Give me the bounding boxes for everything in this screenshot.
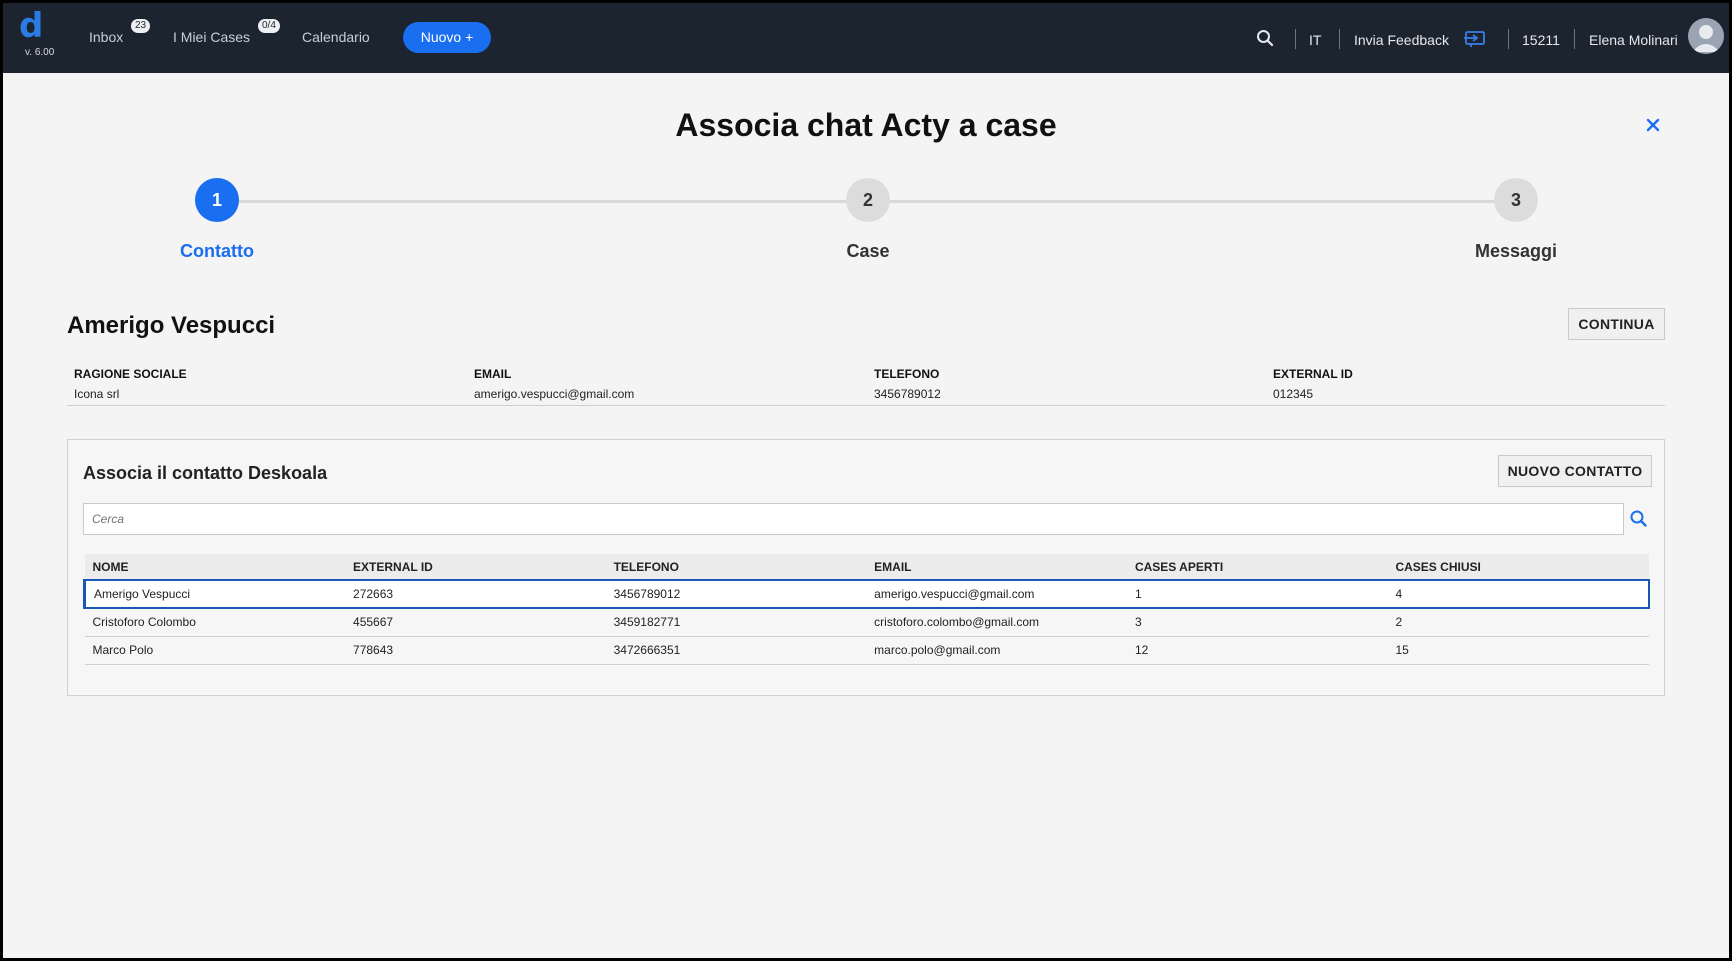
column-header[interactable]: TELEFONO (606, 554, 867, 580)
info-external-id: EXTERNAL ID 012345 (1273, 367, 1353, 401)
info-email: EMAIL amerigo.vespucci@gmail.com (474, 367, 634, 401)
step-1-circle[interactable]: 1 (195, 178, 239, 222)
new-contact-button[interactable]: NUOVO CONTATTO (1498, 455, 1652, 487)
associate-contact-panel: Associa il contatto Deskoala NUOVO CONTA… (67, 439, 1665, 696)
nav-my-cases-label: I Miei Cases (173, 29, 251, 45)
cell-email: marco.polo@gmail.com (866, 636, 1127, 665)
cell-email: cristoforo.colombo@gmail.com (866, 608, 1127, 637)
cell-external-id: 272663 (345, 579, 606, 609)
cell-cases-aperti: 12 (1126, 636, 1388, 665)
app-logo[interactable]: d v. 6.00 (19, 9, 59, 58)
divider (67, 405, 1665, 406)
info-ragione-sociale: RAGIONE SOCIALE Icona srl (74, 367, 187, 401)
inbox-count-badge: 23 (131, 19, 151, 33)
cell-nome: Amerigo Vespucci (83, 579, 346, 609)
step-3-circle[interactable]: 3 (1494, 178, 1538, 222)
stepper-connector (871, 200, 1497, 203)
search-icon[interactable] (1624, 503, 1654, 535)
divider (1339, 29, 1340, 49)
info-label: EXTERNAL ID (1273, 367, 1353, 381)
app-version: v. 6.00 (25, 47, 55, 58)
info-value: 3456789012 (874, 387, 941, 401)
user-name[interactable]: Elena Molinari (1589, 32, 1678, 48)
new-button[interactable]: Nuovo + (403, 22, 491, 53)
cell-telefono: 3459182771 (605, 608, 867, 637)
cell-cases-aperti: 1 (1126, 579, 1388, 609)
top-navbar: d v. 6.00 Inbox 23 I Miei Cases 0/4 Cale… (3, 3, 1729, 73)
step-1-label: Contatto (180, 241, 254, 261)
column-header[interactable]: CASES APERTI (1127, 554, 1388, 580)
feedback-link[interactable]: Invia Feedback (1354, 32, 1449, 48)
cell-nome: Cristoforo Colombo (84, 608, 346, 637)
language-selector[interactable]: IT (1309, 32, 1321, 48)
my-cases-count-badge: 0/4 (258, 19, 280, 33)
page-title: Associa chat Acty a case (675, 107, 1057, 143)
continue-button[interactable]: CONTINUA (1568, 308, 1665, 340)
cell-cases-aperti: 3 (1126, 608, 1388, 637)
app-window: d v. 6.00 Inbox 23 I Miei Cases 0/4 Cale… (3, 3, 1729, 958)
nav-my-cases[interactable]: I Miei Cases 0/4 (173, 19, 280, 45)
nav-inbox-label: Inbox (89, 29, 124, 45)
cell-external-id: 455667 (345, 608, 606, 637)
search-field[interactable] (83, 503, 1624, 535)
contact-name: Amerigo Vespucci (67, 312, 276, 339)
table-row[interactable]: Cristoforo Colombo 455667 3459182771 cri… (84, 608, 1649, 637)
table-header-row: NOME EXTERNAL ID TELEFONO EMAIL CASES AP… (84, 554, 1649, 580)
avatar[interactable] (1688, 18, 1724, 54)
step-3-label: Messaggi (1474, 241, 1558, 261)
info-value: amerigo.vespucci@gmail.com (474, 387, 635, 401)
info-value: 012345 (1273, 387, 1314, 401)
cell-cases-chiusi: 15 (1387, 636, 1649, 665)
cell-cases-chiusi: 2 (1387, 608, 1649, 637)
info-label: RAGIONE SOCIALE (74, 367, 187, 381)
step-2-circle[interactable]: 2 (846, 178, 890, 222)
column-header[interactable]: CASES CHIUSI (1387, 554, 1649, 580)
user-code: 15211 (1522, 32, 1560, 48)
panel-title: Associa il contatto Deskoala (83, 463, 328, 483)
cell-telefono: 3456789012 (605, 579, 867, 609)
info-label: EMAIL (474, 367, 512, 381)
nav-calendar[interactable]: Calendario (302, 29, 370, 45)
nav-inbox[interactable]: Inbox 23 (89, 19, 151, 45)
table-row[interactable]: Amerigo Vespucci 272663 3456789012 ameri… (83, 579, 1650, 609)
info-value: Icona srl (74, 387, 120, 401)
cell-external-id: 778643 (345, 636, 606, 665)
divider (1574, 29, 1575, 49)
table-row[interactable]: Marco Polo 778643 3472666351 marco.polo@… (84, 636, 1649, 665)
search-icon[interactable] (1256, 29, 1274, 47)
cell-telefono: 3472666351 (605, 636, 867, 665)
logo-mark: d (19, 6, 44, 46)
column-header[interactable]: NOME (85, 554, 346, 580)
divider (1508, 29, 1509, 49)
divider (1295, 29, 1296, 49)
column-header[interactable]: EMAIL (866, 554, 1127, 580)
column-header[interactable]: EXTERNAL ID (345, 554, 606, 580)
contacts-table: NOME EXTERNAL ID TELEFONO EMAIL CASES AP… (83, 554, 1650, 665)
cell-nome: Marco Polo (84, 636, 346, 665)
step-2-label: Case (846, 241, 890, 261)
info-label: TELEFONO (874, 367, 940, 381)
close-icon[interactable] (1643, 115, 1663, 135)
nav-calendar-label: Calendario (302, 29, 370, 45)
search-input[interactable] (84, 504, 1623, 534)
cell-cases-chiusi: 4 (1387, 579, 1650, 609)
cell-email: amerigo.vespucci@gmail.com (866, 579, 1127, 609)
stepper-connector (219, 200, 849, 203)
info-telefono: TELEFONO 3456789012 (874, 367, 941, 401)
feedback-icon[interactable] (1463, 30, 1487, 48)
